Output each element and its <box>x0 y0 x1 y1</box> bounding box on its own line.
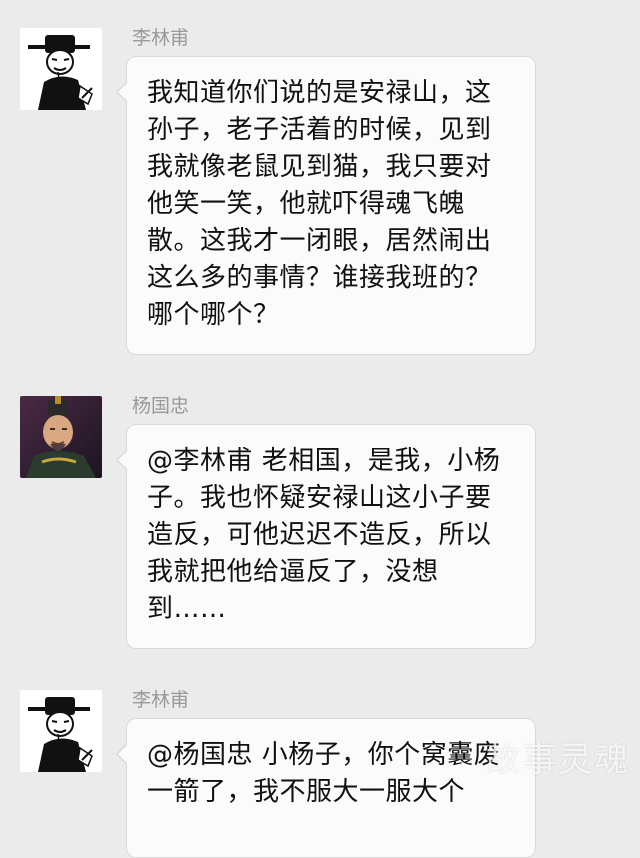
avatar[interactable] <box>20 28 102 110</box>
avatar[interactable] <box>20 690 102 772</box>
sender-name: 李林甫 <box>132 27 190 49</box>
watermark: 故事灵魂 <box>486 740 630 780</box>
message-bubble[interactable]: 我知道你们说的是安禄山，这孙子，老子活着的时候，见到我就像老鼠见到猫，我只要对他… <box>116 56 536 355</box>
avatar[interactable] <box>20 396 102 478</box>
sender-name: 杨国忠 <box>132 395 190 417</box>
official-portrait-icon <box>20 28 102 110</box>
message-bubble[interactable]: @杨国忠 小杨子，你个窝囊废一箭了，我不服大一服大个 <box>116 718 536 858</box>
official-portrait-icon <box>20 690 102 772</box>
minister-photo-icon <box>20 396 102 478</box>
sender-name: 李林甫 <box>132 689 190 711</box>
message-bubble[interactable]: @李林甫 老相国，是我，小杨子。我也怀疑安禄山这小子要造反，可他迟迟不造反，所以… <box>116 424 536 649</box>
